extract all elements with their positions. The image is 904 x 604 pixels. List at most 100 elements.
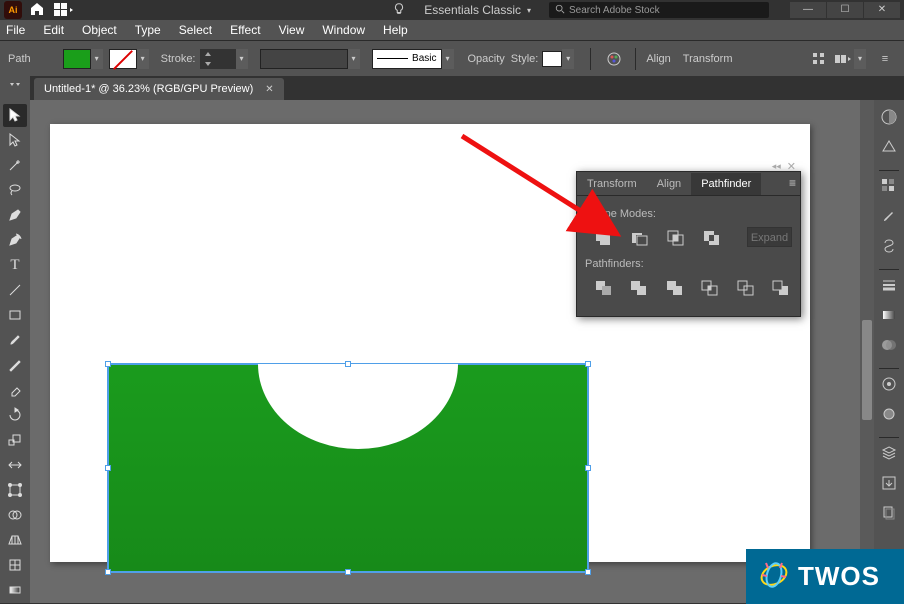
panel-collapse-icon[interactable]: ◂◂ — [772, 161, 781, 172]
mesh-tool[interactable] — [3, 553, 27, 576]
panel-menu-icon[interactable]: ≡ — [874, 48, 896, 70]
isolate-icon[interactable] — [808, 48, 830, 70]
free-transform-tool[interactable] — [3, 478, 27, 501]
brush-definition[interactable]: Basic — [372, 49, 442, 69]
stroke-dropdown[interactable]: ▾ — [236, 49, 248, 69]
outline-button[interactable] — [735, 276, 757, 298]
selection-tool[interactable] — [3, 104, 27, 127]
graphic-styles-panel-icon[interactable] — [878, 403, 900, 425]
graphic-style[interactable] — [542, 51, 562, 67]
magic-wand-tool[interactable] — [3, 154, 27, 177]
panel-tab-align[interactable]: Align — [647, 173, 691, 195]
menu-object[interactable]: Object — [82, 23, 117, 37]
intersect-button[interactable] — [665, 226, 687, 248]
pathfinder-panel[interactable]: ◂◂ ✕ Transform Align Pathfinder ≡ Shape … — [576, 171, 801, 317]
menu-help[interactable]: Help — [383, 23, 408, 37]
minus-back-button[interactable] — [771, 276, 793, 298]
width-tool[interactable] — [3, 453, 27, 476]
menu-effect[interactable]: Effect — [230, 23, 260, 37]
selection-handle-e[interactable] — [585, 465, 591, 471]
divide-button[interactable] — [593, 276, 615, 298]
menu-file[interactable]: File — [6, 23, 25, 37]
swatches-panel-icon[interactable] — [878, 175, 900, 197]
style-dropdown[interactable]: ▾ — [562, 49, 574, 69]
menu-type[interactable]: Type — [135, 23, 161, 37]
exclude-button[interactable] — [701, 226, 723, 248]
fill-swatch[interactable] — [63, 49, 91, 69]
search-input[interactable]: Search Adobe Stock — [549, 2, 769, 18]
asset-export-panel-icon[interactable] — [878, 472, 900, 494]
artboards-panel-icon[interactable] — [878, 502, 900, 524]
selection-handle-ne[interactable] — [585, 361, 591, 367]
workspace-switcher[interactable]: Essentials Classic ▾ — [416, 1, 539, 19]
direct-selection-tool[interactable] — [3, 129, 27, 152]
line-segment-tool[interactable] — [3, 279, 27, 302]
transform-label[interactable]: Transform — [683, 53, 733, 65]
transparency-panel-icon[interactable] — [878, 334, 900, 356]
maximize-button[interactable]: ☐ — [827, 2, 863, 18]
perspective-grid-tool[interactable] — [3, 528, 27, 551]
align-to-icon[interactable] — [832, 48, 854, 70]
stroke-swatch[interactable] — [109, 49, 137, 69]
crop-button[interactable] — [700, 276, 722, 298]
symbols-panel-icon[interactable] — [878, 235, 900, 257]
trim-button[interactable] — [629, 276, 651, 298]
lasso-tool[interactable] — [3, 179, 27, 202]
selection-handle-s[interactable] — [345, 569, 351, 575]
selection-handle-se[interactable] — [585, 569, 591, 575]
selected-shape[interactable] — [108, 364, 588, 572]
selection-handle-n[interactable] — [345, 361, 351, 367]
color-panel-icon[interactable] — [878, 106, 900, 128]
variable-width-profile[interactable] — [260, 49, 348, 69]
selection-handle-nw[interactable] — [105, 361, 111, 367]
menu-window[interactable]: Window — [322, 23, 365, 37]
brushes-panel-icon[interactable] — [878, 205, 900, 227]
appearance-panel-icon[interactable] — [878, 373, 900, 395]
menu-edit[interactable]: Edit — [43, 23, 64, 37]
layers-panel-icon[interactable] — [878, 442, 900, 464]
recolor-artwork-icon[interactable] — [603, 48, 625, 70]
gradient-panel-icon[interactable] — [878, 304, 900, 326]
selection-handle-sw[interactable] — [105, 569, 111, 575]
pen-tool[interactable] — [3, 204, 27, 227]
menu-view[interactable]: View — [279, 23, 305, 37]
panel-menu-icon[interactable]: ≡ — [789, 176, 796, 190]
variable-width-dropdown[interactable]: ▾ — [348, 49, 360, 69]
shape-builder-tool[interactable] — [3, 503, 27, 526]
menu-select[interactable]: Select — [179, 23, 212, 37]
watermark: TWOS — [746, 549, 904, 604]
document-tab[interactable]: Untitled-1* @ 36.23% (RGB/GPU Preview) ✕ — [34, 78, 284, 100]
type-tool[interactable]: T — [3, 254, 27, 277]
align-label[interactable]: Align — [646, 53, 670, 65]
panel-tab-pathfinder[interactable]: Pathfinder — [691, 173, 761, 195]
fill-dropdown[interactable]: ▾ — [91, 49, 103, 69]
selection-type-label: Path — [8, 53, 31, 65]
rotate-tool[interactable] — [3, 403, 27, 426]
align-to-dropdown[interactable]: ▾ — [854, 49, 866, 69]
color-guide-panel-icon[interactable] — [878, 136, 900, 158]
merge-button[interactable] — [664, 276, 686, 298]
unite-button[interactable] — [593, 226, 615, 248]
curvature-tool[interactable] — [3, 229, 27, 252]
vertical-scrollbar[interactable] — [860, 100, 874, 587]
tab-close-icon[interactable]: ✕ — [265, 84, 273, 95]
scale-tool[interactable] — [3, 428, 27, 451]
stroke-panel-icon[interactable] — [878, 274, 900, 296]
discover-icon[interactable] — [392, 2, 406, 19]
arrange-documents-icon[interactable] — [54, 3, 74, 17]
stroke-swatch-dropdown[interactable]: ▾ — [137, 49, 149, 69]
home-icon[interactable] — [28, 1, 46, 19]
selection-handle-w[interactable] — [105, 465, 111, 471]
rectangle-tool[interactable] — [3, 304, 27, 327]
panel-tab-transform[interactable]: Transform — [577, 173, 647, 195]
paintbrush-tool[interactable] — [3, 329, 27, 352]
gradient-tool[interactable] — [3, 578, 27, 601]
tabbar-toggle[interactable] — [0, 76, 30, 100]
close-button[interactable]: ✕ — [864, 2, 900, 18]
shaper-tool[interactable] — [3, 354, 27, 377]
minus-front-button[interactable] — [629, 226, 651, 248]
eraser-tool[interactable] — [3, 378, 27, 401]
stroke-weight-field[interactable] — [200, 49, 236, 69]
minimize-button[interactable]: — — [790, 2, 826, 18]
brush-dropdown[interactable]: ▾ — [442, 49, 454, 69]
